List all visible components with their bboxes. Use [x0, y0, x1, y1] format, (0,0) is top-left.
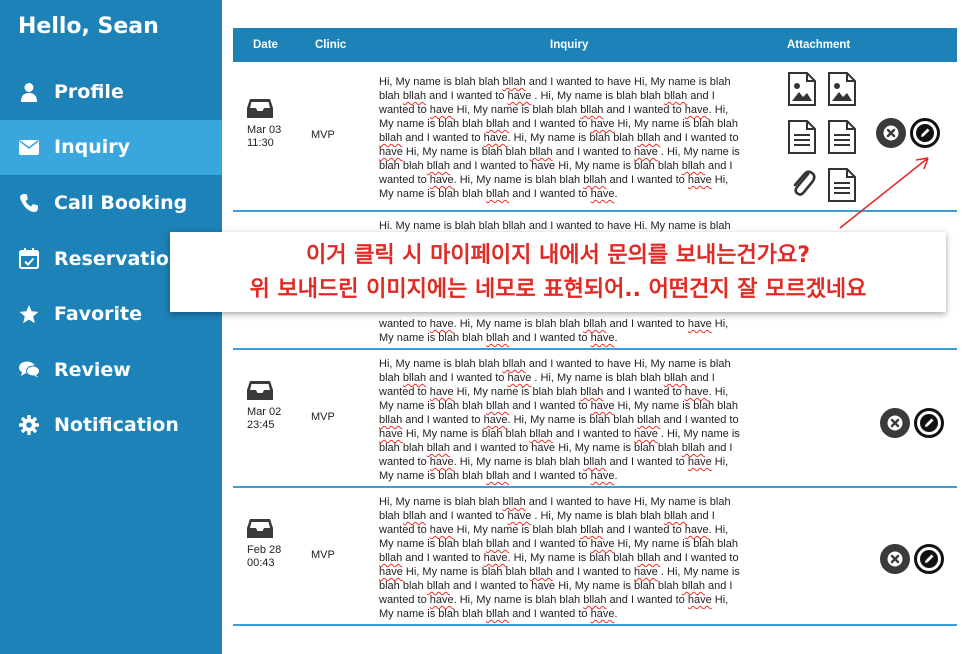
document-attachment-icon[interactable] [788, 120, 816, 159]
inquiry-line: bllah and I wanted to have. Hi, My name … [379, 552, 739, 564]
document-attachment-icon[interactable] [828, 120, 856, 159]
sidebar-item-label: Favorite [54, 303, 142, 326]
calendar-check-icon [18, 248, 40, 270]
annotation-line-2: 위 보내드린 이미지에는 네모로 표현되어.. 어떤건지 잘 모르겠네요 [249, 277, 867, 302]
row-inquiry-text: Hi, My name is blah blah bllah and I wan… [379, 357, 763, 483]
delete-button[interactable] [880, 544, 910, 574]
envelope-icon [18, 139, 40, 155]
inquiry-line: blah bllah and I wanted to have . Hi, My… [379, 372, 715, 384]
gear-icon [18, 415, 40, 436]
row-clinic: MVP [311, 129, 335, 141]
pencil-icon [920, 550, 938, 568]
document-attachment-icon[interactable] [828, 168, 856, 207]
inquiry-line: wanted to have Hi, My name is blah blah … [379, 386, 729, 398]
sidebar-item-inquiry[interactable]: Inquiry [0, 119, 222, 176]
sidebar-item-label: Notification [54, 414, 179, 437]
greeting: Hello, Sean [18, 14, 159, 39]
inquiry-line: Hi, My name is blah blah bllah and I wan… [379, 358, 731, 370]
row-clinic: MVP [311, 549, 335, 561]
row-clinic: MVP [311, 411, 335, 423]
inquiry-line: My name is blah blah bllah and I wanted … [379, 608, 618, 620]
inquiry-line: bllah and I wanted to have. Hi, My name … [379, 414, 739, 426]
annotation-banner: 이거 클릭 시 마이페이지 내에서 문의를 보내는건가요? 위 보내드린 이미지… [170, 232, 946, 312]
table-header: Date Clinic Inquiry Attachment [233, 28, 957, 62]
row-inquiry-text: Hi, My name is blah blah bllah and I wan… [379, 495, 763, 621]
inquiry-line: My name is blah blah bllah and I wanted … [379, 118, 738, 130]
inquiry-line: blah blah bllah and I wanted to have Hi,… [379, 442, 733, 454]
paperclip-icon[interactable] [790, 168, 816, 203]
close-icon [887, 551, 903, 567]
row-date: Feb 28 00:43 [247, 544, 282, 569]
header-inquiry: Inquiry [550, 39, 589, 51]
inquiry-line: have Hi, My name is blah blah bllah and … [379, 566, 740, 578]
inquiry-line: Hi, My name is blah blah bllah and I wan… [379, 76, 731, 88]
sidebar-item-review[interactable]: Review [0, 342, 222, 398]
inquiry-line: wanted to have. Hi, My name is blah blah… [379, 318, 729, 330]
inquiry-line: wanted to have. Hi, My name is blah blah… [379, 174, 729, 186]
header-clinic: Clinic [315, 39, 347, 51]
sidebar-item-label: Call Booking [54, 191, 188, 214]
pencil-icon [920, 414, 938, 432]
inquiry-line: blah blah bllah and I wanted to have Hi,… [379, 580, 733, 592]
sidebar-item-call-booking[interactable]: Call Booking [0, 175, 222, 231]
inquiry-line: My name is blah blah bllah and I wanted … [379, 538, 738, 550]
table-row[interactable]: Mar 03 11:30 MVP Hi, My name is blah blah… [233, 62, 957, 212]
sidebar-item-label: Inquiry [54, 136, 130, 159]
sidebar-item-label: Reservation [54, 247, 183, 270]
pencil-icon [916, 124, 934, 142]
edit-button[interactable] [910, 118, 940, 148]
star-icon [18, 304, 40, 324]
sidebar-item-notification[interactable]: Notification [0, 398, 222, 454]
inbox-icon [247, 98, 273, 123]
edit-button[interactable] [914, 408, 944, 438]
sidebar-item-label: Profile [54, 80, 124, 103]
inquiry-line: My name is blah blah bllah and I wanted … [379, 470, 618, 482]
inquiry-line: My name is blah blah bllah and I wanted … [379, 332, 618, 344]
header-date: Date [253, 39, 278, 51]
sidebar: Hello, Sean Profile Inquiry Call Booking… [0, 0, 222, 654]
table-row[interactable]: Mar 02 23:45 MVP Hi, My name is blah blah… [233, 350, 957, 488]
inbox-icon [247, 518, 273, 543]
table-row[interactable]: Feb 28 00:43 MVP Hi, My name is blah blah… [233, 488, 957, 626]
row-inquiry-text: Hi, My name is blah blah bllah and I wan… [379, 75, 763, 201]
delete-button[interactable] [876, 118, 906, 148]
chat-bubbles-icon [18, 361, 40, 378]
inquiry-line: have Hi, My name is blah blah bllah and … [379, 146, 740, 158]
user-icon [18, 82, 40, 102]
image-attachment-icon[interactable] [828, 72, 856, 111]
inquiry-line: wanted to have Hi, My name is blah blah … [379, 104, 729, 116]
inquiry-line: have Hi, My name is blah blah bllah and … [379, 428, 740, 440]
header-attachment: Attachment [787, 39, 851, 51]
image-attachment-icon[interactable] [788, 72, 816, 111]
inquiry-line: My name is blah blah bllah and I wanted … [379, 400, 738, 412]
sidebar-item-label: Review [54, 358, 131, 381]
close-icon [887, 415, 903, 431]
phone-icon [18, 193, 40, 213]
annotation-line-1: 이거 클릭 시 마이페이지 내에서 문의를 보내는건가요? [306, 243, 810, 268]
row-date: Mar 02 23:45 [247, 406, 282, 431]
inbox-icon [247, 380, 273, 405]
inquiry-table: Date Clinic Inquiry Attachment Mar 03 11:… [233, 28, 957, 626]
inquiry-line: Hi, My name is blah blah bllah and I wan… [379, 496, 731, 508]
inquiry-line: Hi. My name is blah blah bllah and I wan… [379, 220, 731, 232]
close-icon [883, 125, 899, 141]
edit-button[interactable] [914, 544, 944, 574]
attachments [788, 72, 868, 202]
sidebar-item-profile[interactable]: Profile [0, 64, 222, 120]
inquiry-line: blah blah bllah and I wanted to have Hi,… [379, 160, 733, 172]
inquiry-line: wanted to have Hi, My name is blah blah … [379, 524, 729, 536]
delete-button[interactable] [880, 408, 910, 438]
inquiry-line: wanted to have. Hi, My name is blah blah… [379, 594, 729, 606]
inquiry-line: blah bllah and I wanted to have . Hi, My… [379, 90, 715, 102]
inquiry-line: My name is blah blah bllah and I wanted … [379, 188, 618, 200]
inquiry-line: bllah and I wanted to have. Hi, My name … [379, 132, 739, 144]
inquiry-line: wanted to have. Hi, My name is blah blah… [379, 456, 729, 468]
row-date: Mar 03 11:30 [247, 124, 282, 149]
inquiry-line: blah bllah and I wanted to have . Hi, My… [379, 510, 715, 522]
